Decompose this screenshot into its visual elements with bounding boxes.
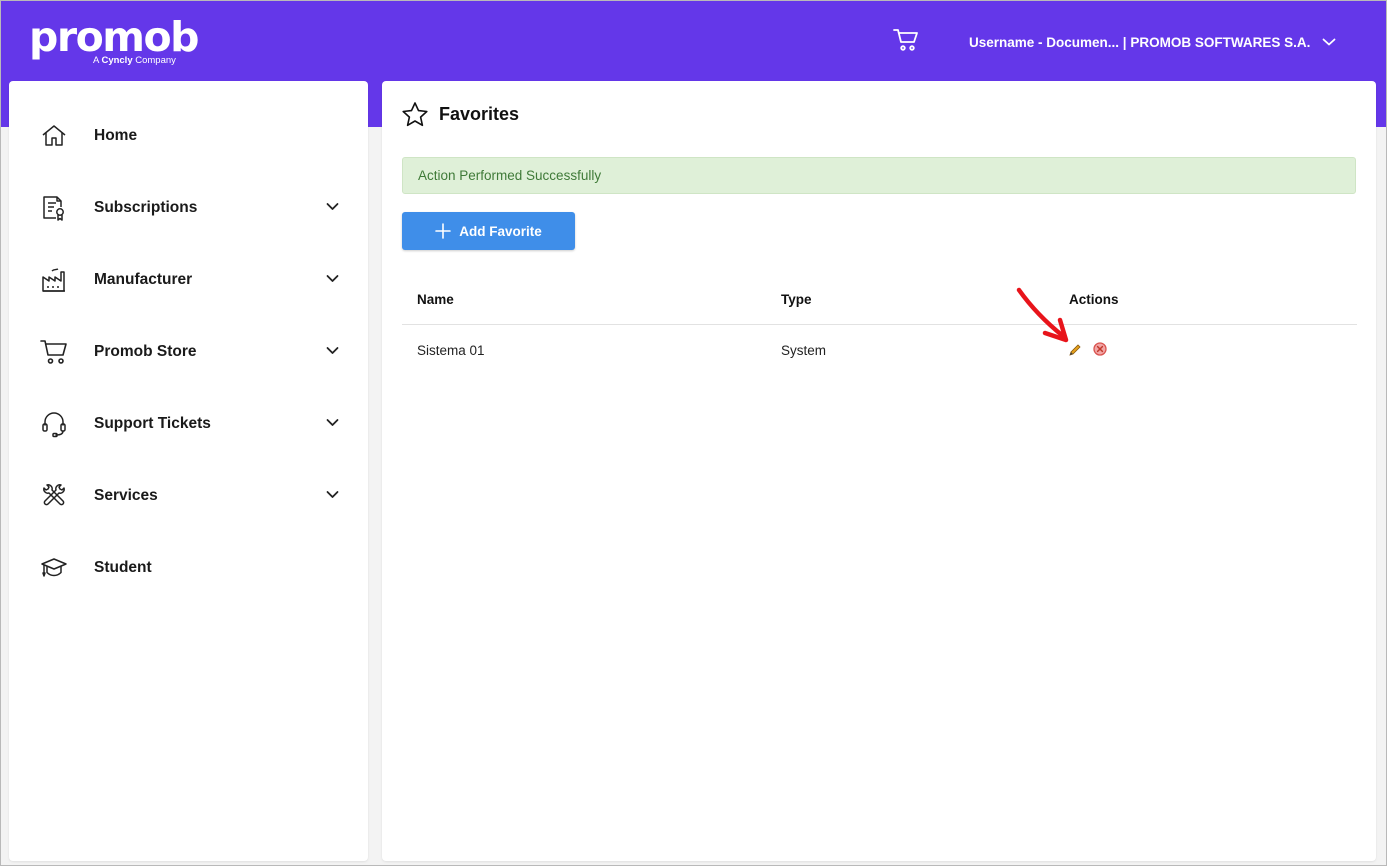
sidebar-item-label: Manufacturer <box>94 271 193 288</box>
cart-icon[interactable] <box>893 28 919 52</box>
cell-type: System <box>781 343 827 358</box>
certificate-document-icon <box>43 196 64 221</box>
headset-icon <box>42 412 66 438</box>
sidebar-item-promob-store[interactable]: Promob Store <box>9 324 368 380</box>
chevron-down-icon <box>326 203 339 210</box>
chevron-down-icon <box>326 419 339 426</box>
favorites-table-header: Name Type Actions <box>402 281 1357 325</box>
add-favorite-button[interactable]: Add Favorite <box>402 212 575 250</box>
plus-icon <box>435 223 452 239</box>
factory-icon <box>42 268 65 292</box>
sidebar-item-support-tickets[interactable]: Support Tickets <box>9 396 368 452</box>
column-header-type: Type <box>781 292 812 307</box>
chevron-down-icon <box>326 491 339 498</box>
promob-logo[interactable]: promob A Cyncly Company <box>29 13 199 71</box>
delete-icon[interactable] <box>1093 342 1107 356</box>
user-account-label: Username - Documen... | PROMOB SOFTWARES… <box>969 34 1311 50</box>
main-panel: Favorites Action Performed Successfully … <box>382 81 1376 861</box>
column-header-actions: Actions <box>1069 292 1119 307</box>
table-row: Sistema 01 System <box>402 326 1357 376</box>
sidebar-item-label: Support Tickets <box>94 415 211 432</box>
star-outline-icon <box>402 102 428 127</box>
sidebar-item-label: Student <box>94 559 152 576</box>
logo-word: promob <box>29 13 199 61</box>
edit-icon[interactable] <box>1068 343 1082 357</box>
sidebar-item-student[interactable]: Student <box>9 540 368 596</box>
sidebar-item-label: Promob Store <box>94 343 197 360</box>
sidebar-item-services[interactable]: Services <box>9 468 368 524</box>
column-header-name: Name <box>417 292 454 307</box>
chevron-down-icon <box>326 275 339 282</box>
user-account-menu[interactable]: Username - Documen... | PROMOB SOFTWARES… <box>969 32 1336 52</box>
sidebar-item-manufacturer[interactable]: Manufacturer <box>9 252 368 308</box>
sidebar-item-subscriptions[interactable]: Subscriptions <box>9 180 368 236</box>
page-title: Favorites <box>439 104 520 124</box>
cell-name: Sistema 01 <box>417 343 485 358</box>
page-header: Favorites <box>401 101 519 128</box>
app-window: promob A Cyncly Company Username - Docum… <box>0 0 1387 866</box>
sidebar-item-home[interactable]: Home <box>9 108 368 164</box>
tools-icon <box>43 484 65 506</box>
sidebar: Home Subscriptions Manufacturer Promob S… <box>9 81 368 861</box>
home-icon <box>42 125 66 146</box>
sidebar-item-label: Home <box>94 127 138 144</box>
cart-icon <box>40 340 67 364</box>
sidebar-item-label: Subscriptions <box>94 199 198 216</box>
sidebar-item-label: Services <box>94 487 158 504</box>
add-favorite-label: Add Favorite <box>459 223 542 239</box>
graduation-cap-icon <box>41 558 67 577</box>
chevron-down-icon <box>326 347 339 354</box>
logo-tagline: A Cyncly Company <box>93 55 176 66</box>
success-alert: Action Performed Successfully <box>402 157 1356 194</box>
chevron-down-icon <box>1322 38 1336 46</box>
